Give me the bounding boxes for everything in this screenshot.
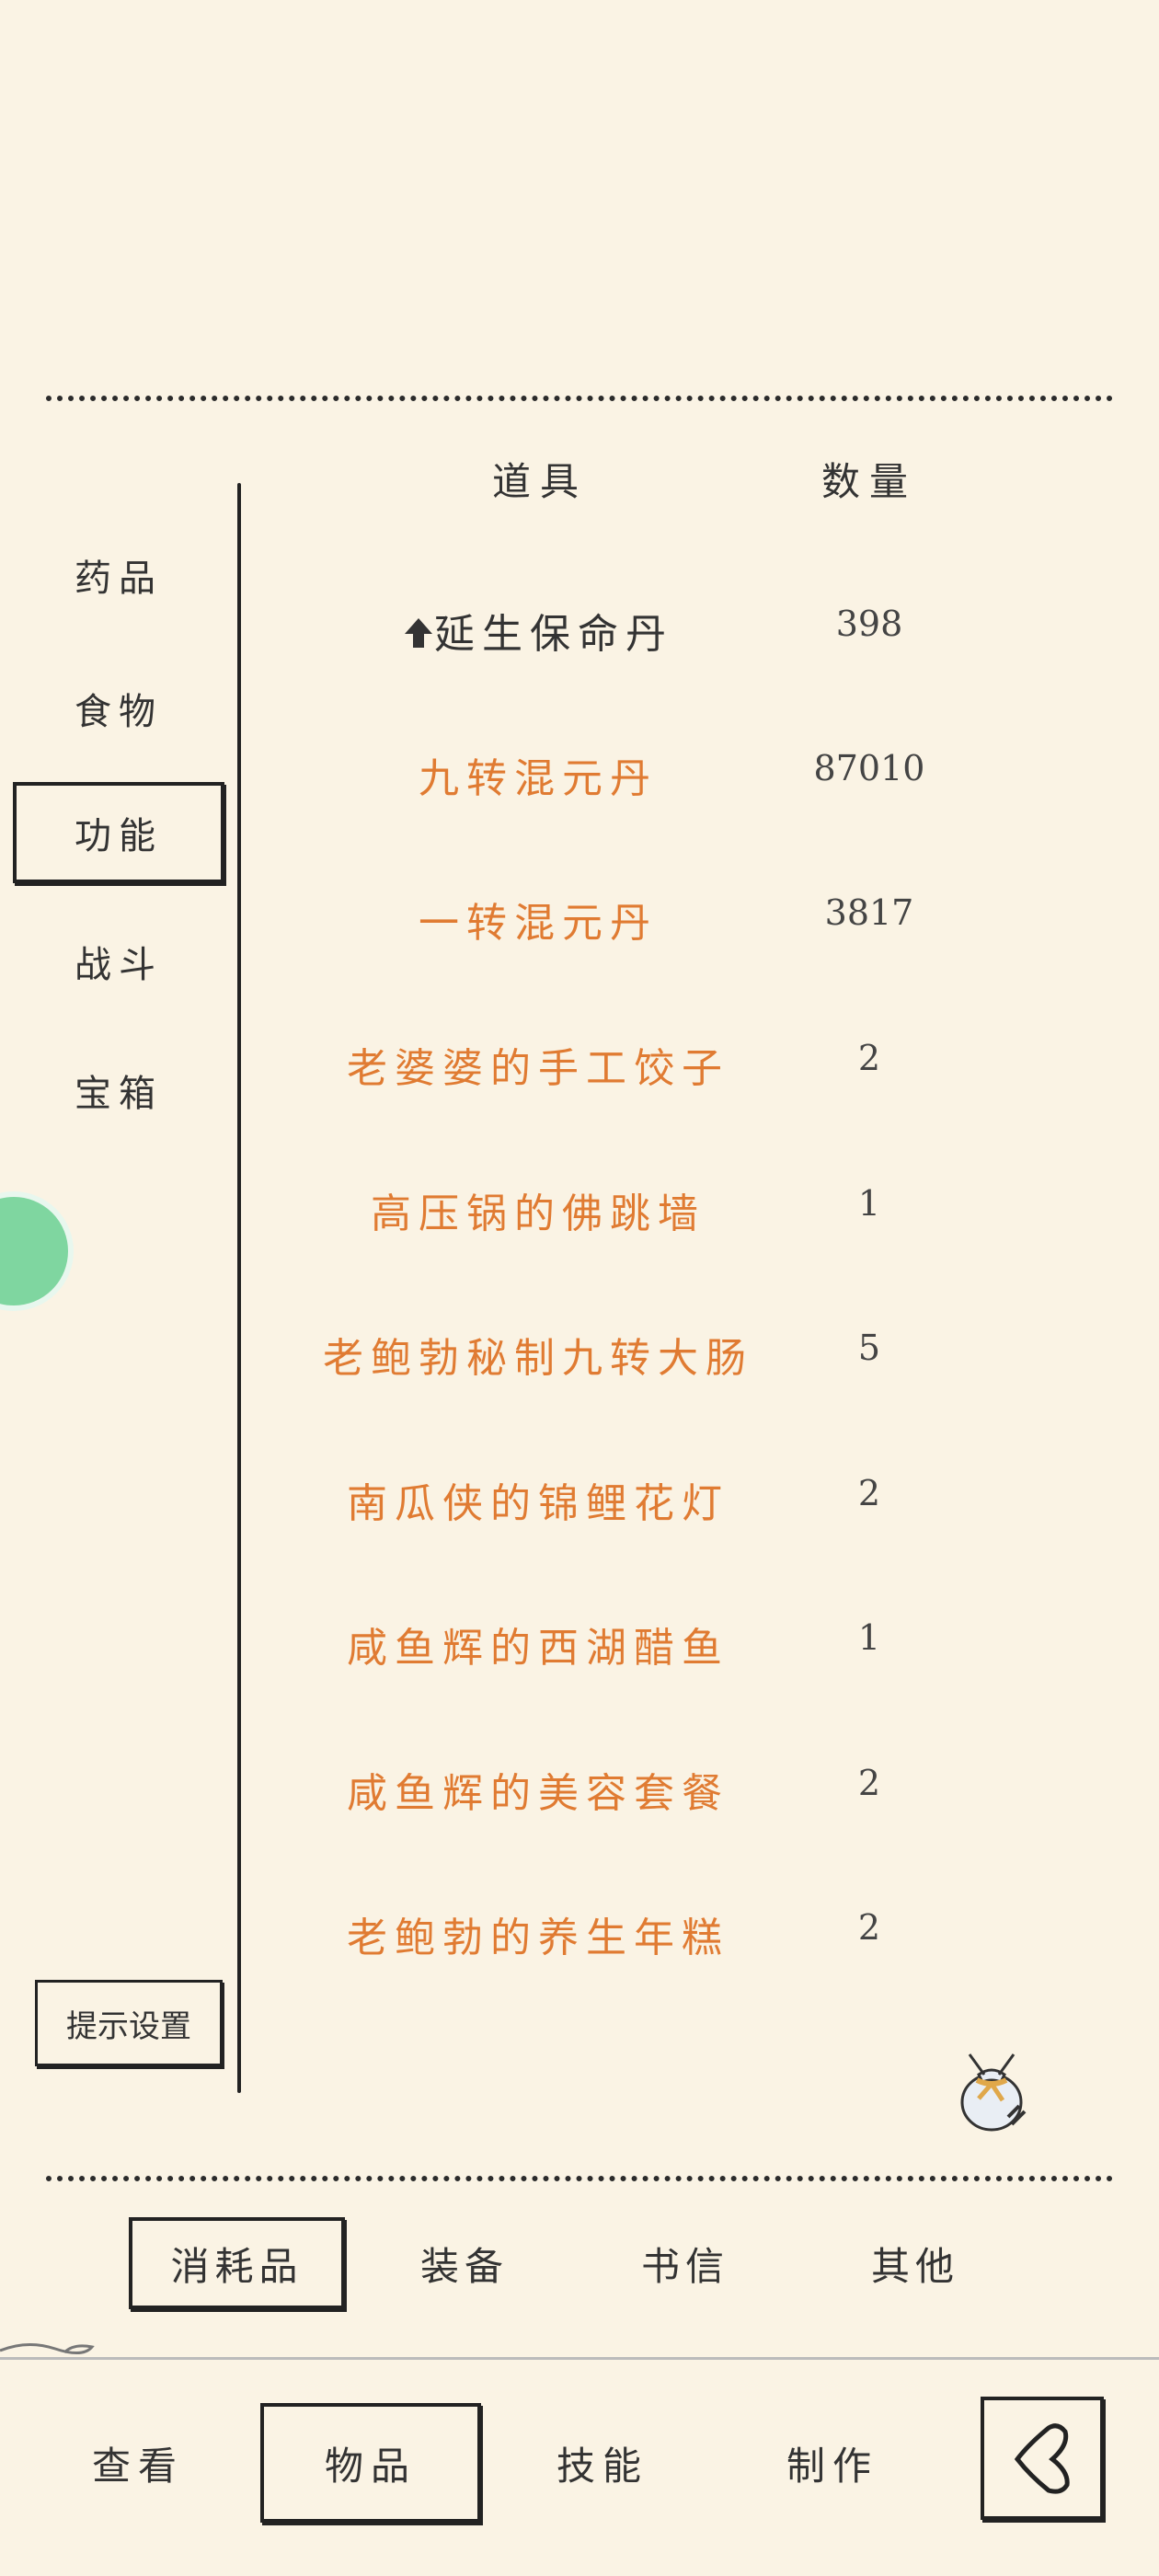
top-divider — [46, 396, 1113, 401]
bottom-divider — [46, 2176, 1113, 2181]
item-name[interactable]: 延生保命丹 — [267, 601, 809, 661]
up-arrow-icon — [403, 614, 434, 661]
nav-items[interactable]: 物品 — [260, 2403, 481, 2523]
floating-badge[interactable]: 4399 — [0, 1191, 74, 1311]
swirl-decoration — [0, 2343, 95, 2354]
item-qty: 2 — [857, 1473, 881, 1513]
item-qty: 5 — [857, 1328, 881, 1368]
nav-craft[interactable]: 制作 — [750, 2403, 915, 2523]
item-name[interactable]: 南瓜侠的锦鲤花灯 — [267, 1470, 809, 1529]
back-arrow-icon — [1014, 2423, 1070, 2494]
item-qty: 1 — [857, 1617, 881, 1658]
item-qty: 3817 — [824, 892, 914, 933]
nav-skills[interactable]: 技能 — [520, 2403, 685, 2523]
category-divider — [237, 483, 241, 2093]
subtab-consumables[interactable]: 消耗品 — [129, 2217, 345, 2309]
category-function[interactable]: 功能 — [13, 782, 224, 883]
item-qty: 87010 — [813, 748, 925, 788]
item-qty: 1 — [857, 1183, 881, 1224]
item-name[interactable]: 咸鱼辉的西湖醋鱼 — [267, 1615, 809, 1673]
item-qty: 2 — [857, 1763, 881, 1803]
item-name[interactable]: 老鲍勃的养生年糕 — [267, 1904, 809, 1963]
subtab-equipment[interactable]: 装备 — [386, 2217, 543, 2309]
item-qty: 2 — [857, 1038, 881, 1078]
category-medicine[interactable]: 药品 — [13, 524, 224, 626]
tip-settings-button[interactable]: 提示设置 — [35, 1980, 223, 2066]
back-button[interactable] — [981, 2397, 1104, 2520]
item-name[interactable]: 老婆婆的手工饺子 — [267, 1035, 809, 1094]
item-name[interactable]: 高压锅的佛跳墙 — [267, 1180, 809, 1239]
item-name[interactable]: 一转混元丹 — [267, 890, 809, 949]
item-qty: 398 — [835, 604, 903, 644]
subtab-other[interactable]: 其他 — [837, 2217, 993, 2309]
column-header-qty: 数量 — [821, 459, 918, 504]
money-bag-icon[interactable] — [951, 2047, 1039, 2135]
category-battle[interactable]: 战斗 — [13, 911, 224, 1012]
item-name[interactable]: 老鲍勃秘制九转大肠 — [267, 1325, 809, 1384]
column-header-item: 道具 — [492, 459, 589, 504]
nav-view[interactable]: 查看 — [55, 2403, 221, 2523]
item-name[interactable]: 咸鱼辉的美容套餐 — [267, 1760, 809, 1819]
category-food[interactable]: 食物 — [13, 658, 224, 759]
item-qty: 2 — [857, 1907, 881, 1948]
item-name[interactable]: 九转混元丹 — [267, 745, 809, 804]
subtab-letters[interactable]: 书信 — [607, 2217, 763, 2309]
nav-separator — [0, 2357, 1159, 2360]
category-chest[interactable]: 宝箱 — [13, 1040, 224, 1141]
